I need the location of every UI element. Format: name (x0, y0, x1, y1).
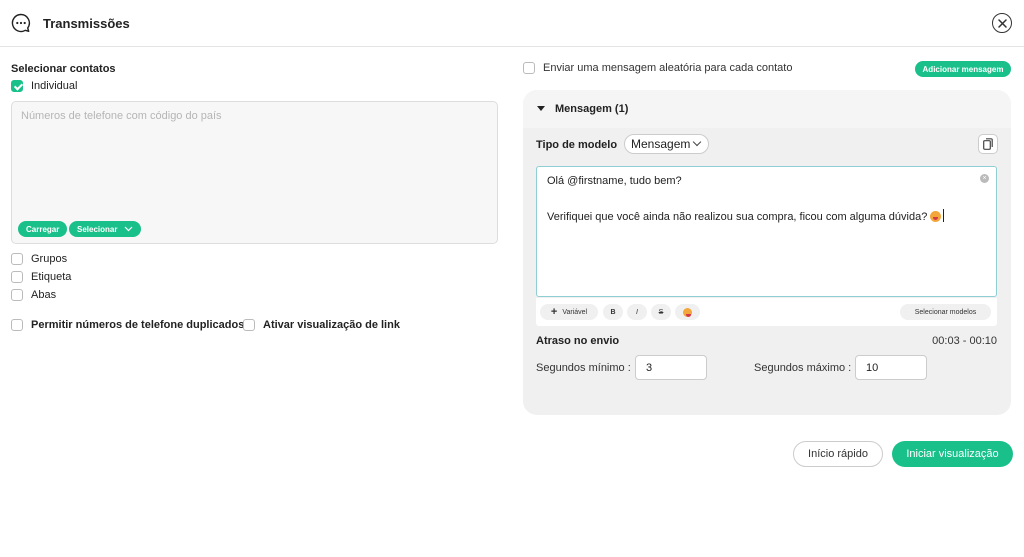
allow-duplicates-option[interactable]: Permitir números de telefone duplicados (11, 319, 244, 331)
allow-duplicates-checkbox[interactable] (11, 319, 23, 331)
message-editor[interactable]: Olá @firstname, tudo bem? Verifiquei que… (536, 166, 997, 297)
chevron-down-icon (692, 137, 702, 147)
tabs-option[interactable]: Abas (11, 289, 56, 301)
bold-button[interactable]: B (603, 304, 623, 320)
message-panel: Mensagem (1) Tipo de modelo Mensagem Olá… (523, 90, 1011, 415)
variable-label: Variável (562, 308, 588, 316)
dialog-title: Transmissões (43, 16, 130, 31)
phone-numbers-box: Carregar Selecionar (11, 101, 498, 244)
individual-checkbox[interactable] (11, 80, 23, 92)
close-icon (997, 18, 1007, 28)
bold-label: B (610, 308, 616, 316)
strike-label: S (658, 308, 664, 316)
select-templates-button[interactable]: Selecionar modelos (900, 304, 991, 320)
message-panel-header[interactable]: Mensagem (1) (523, 90, 1011, 128)
start-preview-button[interactable]: Iniciar visualização (892, 441, 1013, 467)
quick-start-label: Início rápido (808, 448, 868, 460)
max-seconds-input[interactable] (855, 355, 927, 380)
min-seconds-input[interactable] (635, 355, 707, 380)
message-panel-title: Mensagem (1) (555, 103, 629, 115)
clear-text-icon[interactable]: × (980, 174, 989, 183)
message-line-1: Olá @firstname, tudo bem? (547, 175, 682, 187)
individual-option[interactable]: Individual (11, 80, 77, 92)
min-seconds-label: Segundos mínimo : (536, 362, 631, 374)
tag-checkbox[interactable] (11, 271, 23, 283)
text-caret (943, 209, 945, 222)
select-contacts-label: Selecionar contatos (11, 63, 116, 75)
collapse-arrow-icon (537, 106, 545, 111)
tag-option[interactable]: Etiqueta (11, 271, 71, 283)
template-type-select[interactable]: Mensagem (624, 134, 709, 154)
copy-icon (983, 138, 993, 150)
template-type-label: Tipo de modelo (536, 139, 618, 151)
start-preview-label: Iniciar visualização (906, 448, 999, 460)
emoji-face-icon (930, 211, 942, 222)
chat-dots-icon (11, 13, 30, 33)
tabs-checkbox[interactable] (11, 289, 23, 301)
max-seconds-label: Segundos máximo : (754, 362, 852, 374)
editor-toolbar: + Variável B I S Selecionar modelos (536, 298, 997, 326)
phone-numbers-input[interactable] (12, 102, 497, 212)
message-line-2: Verifiquei que você ainda não realizou s… (547, 211, 928, 223)
close-button[interactable] (992, 13, 1012, 33)
italic-label: I (636, 308, 638, 316)
upload-button[interactable]: Carregar (18, 221, 68, 237)
random-message-checkbox[interactable] (523, 62, 535, 74)
send-delay-range: 00:03 - 00:10 (932, 335, 997, 347)
copy-button[interactable] (978, 134, 998, 154)
link-preview-label: Ativar visualização de link (263, 319, 400, 331)
message-line-2-wrapper: Verifiquei que você ainda não realizou s… (547, 209, 986, 224)
groups-option[interactable]: Grupos (11, 253, 67, 265)
template-type-value: Mensagem (631, 137, 691, 151)
add-message-button[interactable]: Adicionar mensagem (915, 61, 1011, 77)
tag-label: Etiqueta (31, 271, 72, 283)
select-dropdown-label: Selecionar (77, 224, 118, 234)
select-templates-label: Selecionar modelos (914, 308, 977, 316)
dialog-header: Transmissões (0, 0, 1024, 47)
emoji-button[interactable] (675, 304, 700, 320)
groups-checkbox[interactable] (11, 253, 23, 265)
strikethrough-button[interactable]: S (651, 304, 671, 320)
tabs-label: Abas (31, 289, 57, 301)
upload-button-label: Carregar (26, 224, 60, 234)
send-delay-label: Atraso no envio (536, 335, 620, 347)
chevron-down-icon (125, 226, 133, 232)
groups-label: Grupos (31, 253, 68, 265)
individual-label: Individual (31, 80, 78, 92)
link-preview-option[interactable]: Ativar visualização de link (243, 319, 400, 331)
italic-button[interactable]: I (627, 304, 647, 320)
random-message-option[interactable]: Enviar uma mensagem aleatória para cada … (523, 62, 792, 74)
select-contacts-dropdown[interactable]: Selecionar (69, 221, 142, 237)
variable-button[interactable]: + Variável (540, 304, 598, 320)
link-preview-checkbox[interactable] (243, 319, 255, 331)
quick-start-button[interactable]: Início rápido (793, 441, 883, 467)
emoji-icon (683, 307, 692, 317)
plus-icon: + (550, 306, 558, 318)
allow-duplicates-label: Permitir números de telefone duplicados (31, 319, 245, 331)
random-message-label: Enviar uma mensagem aleatória para cada … (543, 62, 793, 74)
add-message-label: Adicionar mensagem (922, 64, 1004, 74)
